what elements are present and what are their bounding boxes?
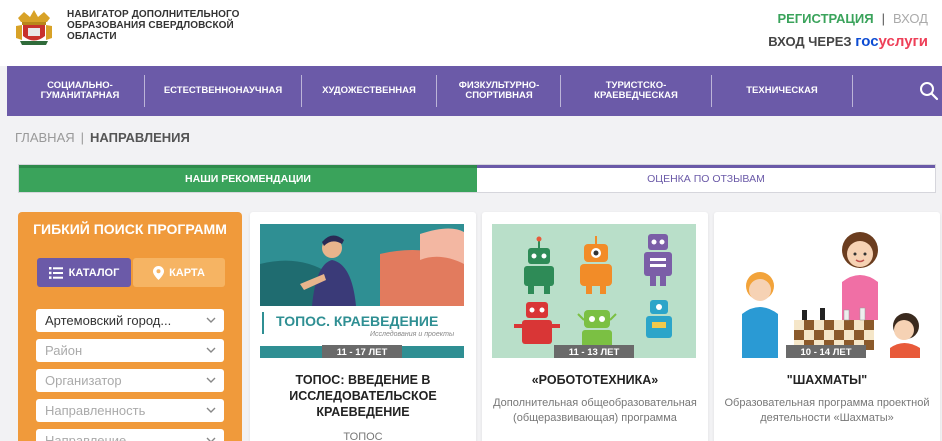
breadcrumb-current: НАПРАВЛЕНИЯ [90,130,190,145]
search-icon[interactable] [919,81,939,101]
organizer-select[interactable]: Организатор [36,369,224,392]
tab-reviews-label: ОЦЕНКА ПО ОТЗЫВАМ [647,172,765,185]
age-badge: 10 - 14 ЛЕТ [786,345,866,358]
nav-divider [560,75,561,107]
nav-divider [852,75,853,107]
nav-item-science[interactable]: ЕСТЕСТВЕННОНАУЧНАЯ [147,66,299,116]
nav-item-art[interactable]: ХУДОЖЕСТВЕННАЯ [304,66,434,116]
filter-title: ГИБКИЙ ПОИСК ПРОГРАММ [33,221,227,237]
tab-reviews[interactable]: ОЦЕНКА ПО ОТЗЫВАМ [477,165,935,192]
tab-recommendations[interactable]: НАШИ РЕКОМЕНДАЦИИ [19,165,477,192]
city-select-value: Артемовский город... [45,313,172,328]
program-description: Дополнительная общеобразовательная (обще… [493,397,697,424]
district-select[interactable]: Район [36,339,224,362]
focus-select-value: Направленность [45,403,146,418]
breadcrumb: ГЛАВНАЯ | НАПРАВЛЕНИЯ [15,130,190,145]
list-icon [48,266,63,279]
recommendation-tabs: НАШИ РЕКОМЕНДАЦИИ ОЦЕНКА ПО ОТЗЫВАМ [18,164,936,193]
program-description: ТОПОС [343,431,383,441]
catalog-button-label: КАТАЛОГ [68,266,120,279]
nav-divider [436,75,437,107]
program-description: Образовательная программа проектной деят… [724,397,930,424]
map-button[interactable]: КАРТА [133,258,225,287]
nav-item-sport[interactable]: ФИЗКУЛЬТУРНО- СПОРТИВНАЯ [440,66,558,116]
tab-recommendations-label: НАШИ РЕКОМЕНДАЦИИ [185,172,311,185]
program-title[interactable]: «РОБОТОТЕХНИКА» [492,372,698,388]
program-card-chess[interactable]: 10 - 14 ЛЕТ "ШАХМАТЫ" Образовательная пр… [714,212,940,441]
nav-divider [301,75,302,107]
login-link[interactable]: ВХОД [893,11,928,26]
map-button-label: КАРТА [169,266,205,279]
topos-image-caption: ТОПОС. КРАЕВЕДЕНИЕ [276,313,438,329]
focus-select[interactable]: Направленность [36,399,224,422]
nav-divider [144,75,145,107]
city-select[interactable]: Артемовский город... [36,309,224,332]
chess-kids-illustration [724,224,928,358]
nav-divider [711,75,712,107]
chevron-down-icon [206,437,216,441]
topos-illustration: ТОПОС. КРАЕВЕДЕНИЕ Исследования и проект… [260,224,464,358]
chevron-down-icon [206,317,216,323]
breadcrumb-separator: | [80,130,85,145]
organizer-select-value: Организатор [45,373,122,388]
breadcrumb-home[interactable]: ГЛАВНАЯ [15,130,75,145]
catalog-button[interactable]: КАТАЛОГ [37,258,131,287]
program-card-robotics[interactable]: 11 - 13 ЛЕТ «РОБОТОТЕХНИКА» Дополнительн… [482,212,708,441]
map-pin-icon [153,265,165,280]
chevron-down-icon [206,377,216,383]
gosuslugi-prefix: ВХОД ЧЕРЕЗ [768,34,852,49]
gosuslugi-logo-gos: гос [855,33,879,50]
topos-image-subcaption: Исследования и проекты [370,330,455,338]
robots-illustration [492,224,696,358]
nav-item-social[interactable]: СОЦИАЛЬНО- ГУМАНИТАРНАЯ [17,66,143,116]
chevron-down-icon [206,407,216,413]
age-badge: 11 - 13 ЛЕТ [554,345,634,358]
coat-of-arms-logo[interactable] [14,8,54,46]
program-card-topos[interactable]: ТОПОС. КРАЕВЕДЕНИЕ Исследования и проект… [250,212,476,441]
program-title[interactable]: ТОПОС: ВВЕДЕНИЕ В ИССЛЕДОВАТЕЛЬСКОЕ КРАЕ… [260,372,466,420]
program-image-topos[interactable]: ТОПОС. КРАЕВЕДЕНИЕ Исследования и проект… [260,224,464,358]
chevron-down-icon [206,347,216,353]
direction-select[interactable]: Направление [36,429,224,441]
district-select-value: Район [45,343,83,358]
main-nav: СОЦИАЛЬНО- ГУМАНИТАРНАЯ ЕСТЕСТВЕННОНАУЧН… [7,66,942,116]
program-image-robotics[interactable]: 11 - 13 ЛЕТ [492,224,696,358]
direction-select-value: Направление [45,433,127,441]
age-badge: 11 - 17 ЛЕТ [322,345,402,358]
auth-separator: | [881,11,886,26]
auth-links: РЕГИСТРАЦИЯ | ВХОД [777,11,928,26]
program-title[interactable]: "ШАХМАТЫ" [724,372,930,388]
nav-item-technical[interactable]: ТЕХНИЧЕСКАЯ [714,66,850,116]
program-image-chess[interactable]: 10 - 14 ЛЕТ [724,224,928,358]
gosuslugi-login-link[interactable]: ВХОД ЧЕРЕЗ госуслуги [768,33,928,50]
flexible-search-panel: ГИБКИЙ ПОИСК ПРОГРАММ КАТАЛОГ КАРТА Арте… [18,212,242,441]
site-title[interactable]: НАВИГАТОР ДОПОЛНИТЕЛЬНОГО ОБРАЗОВАНИЯ СВ… [67,9,267,42]
site-header: НАВИГАТОР ДОПОЛНИТЕЛЬНОГО ОБРАЗОВАНИЯ СВ… [0,0,942,66]
nav-item-tourism[interactable]: ТУРИСТСКО- КРАЕВЕДЧЕСКАЯ [563,66,709,116]
register-link[interactable]: РЕГИСТРАЦИЯ [777,11,873,26]
gosuslugi-logo-uslugi: услуги [878,33,928,50]
